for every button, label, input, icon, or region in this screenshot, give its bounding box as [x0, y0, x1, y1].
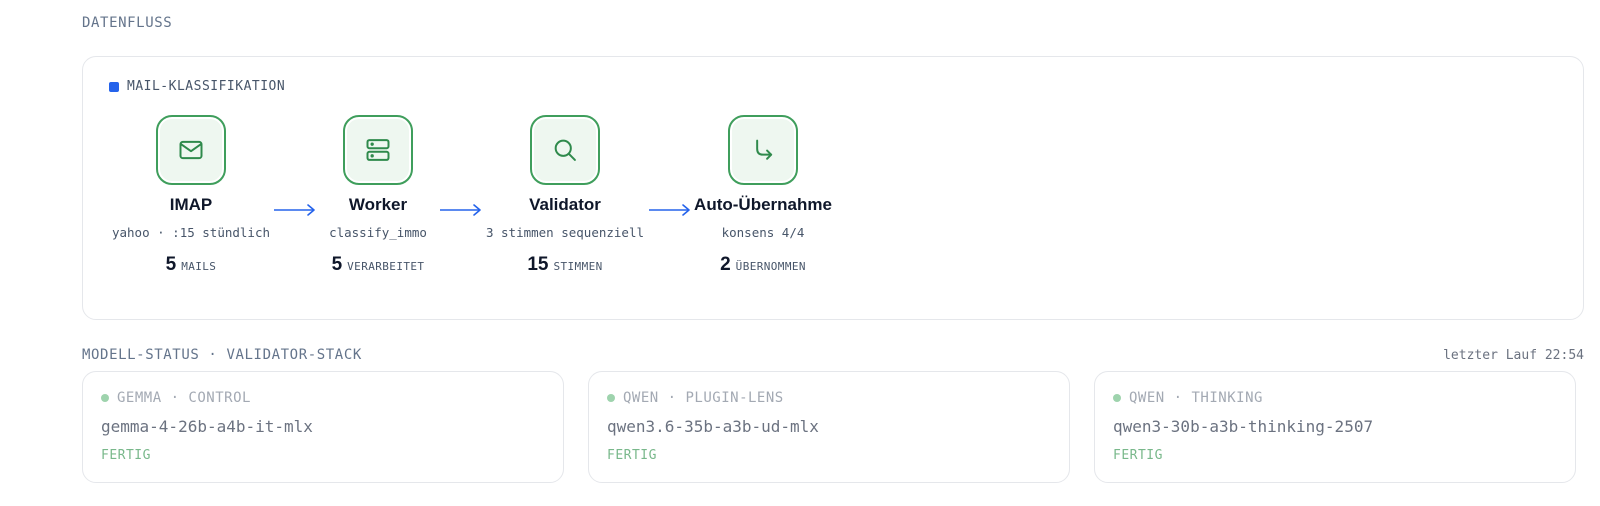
stage-count: 2 ÜBERNOMMEN — [663, 254, 863, 276]
count-number: 5 — [331, 254, 343, 275]
stage-count: 15 STIMMEN — [465, 254, 665, 276]
stage-icon-box — [156, 115, 226, 185]
count-number: 15 — [527, 254, 549, 275]
model-card-qwen-thinking[interactable]: QWEN · THINKING qwen3-30b-a3b-thinking-2… — [1094, 371, 1576, 483]
model-tag-label: GEMMA · CONTROL — [117, 390, 251, 406]
model-tag: QWEN · PLUGIN-LENS — [607, 390, 784, 406]
stage-icon-box — [728, 115, 798, 185]
status-dot-icon — [607, 394, 615, 402]
model-status: FERTIG — [607, 448, 657, 463]
model-tag: GEMMA · CONTROL — [101, 390, 251, 406]
count-number: 5 — [165, 254, 177, 275]
count-unit: STIMMEN — [553, 260, 603, 273]
model-name: gemma-4-26b-a4b-it-mlx — [101, 417, 313, 436]
stage-imap: IMAP yahoo · :15 stündlich 5 MAILS — [91, 115, 291, 276]
status-dot-icon — [1113, 394, 1121, 402]
stage-icon-box — [530, 115, 600, 185]
stage-worker: Worker classify_immo 5 VERARBEITET — [278, 115, 478, 276]
model-status: FERTIG — [1113, 448, 1163, 463]
count-unit: VERARBEITET — [347, 260, 425, 273]
stage-subtitle: classify_immo — [329, 225, 427, 240]
pipeline-header: MAIL-KLASSIFIKATION — [109, 79, 285, 94]
status-dot-icon — [101, 394, 109, 402]
stage-count: 5 MAILS — [91, 254, 291, 276]
model-card-qwen-plugin-lens[interactable]: QWEN · PLUGIN-LENS qwen3.6-35b-a3b-ud-ml… — [588, 371, 1070, 483]
count-unit: MAILS — [181, 260, 217, 273]
stage-icon-box — [343, 115, 413, 185]
model-status: FERTIG — [101, 448, 151, 463]
model-name: qwen3.6-35b-a3b-ud-mlx — [607, 417, 819, 436]
stage-name: Auto-Übernahme — [694, 195, 832, 214]
model-tag-label: QWEN · PLUGIN-LENS — [623, 390, 784, 406]
corner-down-right-icon — [756, 139, 773, 160]
stage-count: 5 VERARBEITET — [278, 254, 478, 276]
stage-subtitle: yahoo · :15 stündlich — [111, 225, 271, 240]
server-icon — [366, 139, 390, 161]
stage-name: IMAP — [169, 195, 213, 214]
model-tag-label: QWEN · THINKING — [1129, 390, 1263, 406]
stage-validator: Validator 3 stimmen sequenziell 15 STIMM… — [465, 115, 665, 276]
pipeline-marker-icon — [109, 81, 119, 92]
search-icon — [554, 139, 576, 161]
pipeline-label: MAIL-KLASSIFIKATION — [127, 79, 286, 94]
model-tag: QWEN · THINKING — [1113, 390, 1263, 406]
count-number: 2 — [720, 254, 731, 275]
model-card-gemma-control[interactable]: GEMMA · CONTROL gemma-4-26b-a4b-it-mlx F… — [82, 371, 564, 483]
model-status-section-title: MODELL-STATUS · VALIDATOR-STACK — [82, 347, 362, 363]
stage-auto-uebernahme: Auto-Übernahme konsens 4/4 2 ÜBERNOMMEN — [663, 115, 863, 276]
dataflow-section-title: DATENFLUSS — [82, 15, 173, 31]
last-run-timestamp: letzter Lauf 22:54 — [1443, 348, 1584, 363]
mail-icon — [179, 140, 203, 160]
stage-subtitle: 3 stimmen sequenziell — [485, 225, 645, 240]
count-unit: ÜBERNOMMEN — [735, 260, 806, 273]
model-name: qwen3-30b-a3b-thinking-2507 — [1113, 417, 1374, 436]
stage-subtitle: konsens 4/4 — [721, 225, 805, 240]
stage-name: Validator — [529, 195, 601, 214]
dataflow-card: MAIL-KLASSIFIKATION IMAP yahoo · :15 stü… — [82, 56, 1584, 320]
